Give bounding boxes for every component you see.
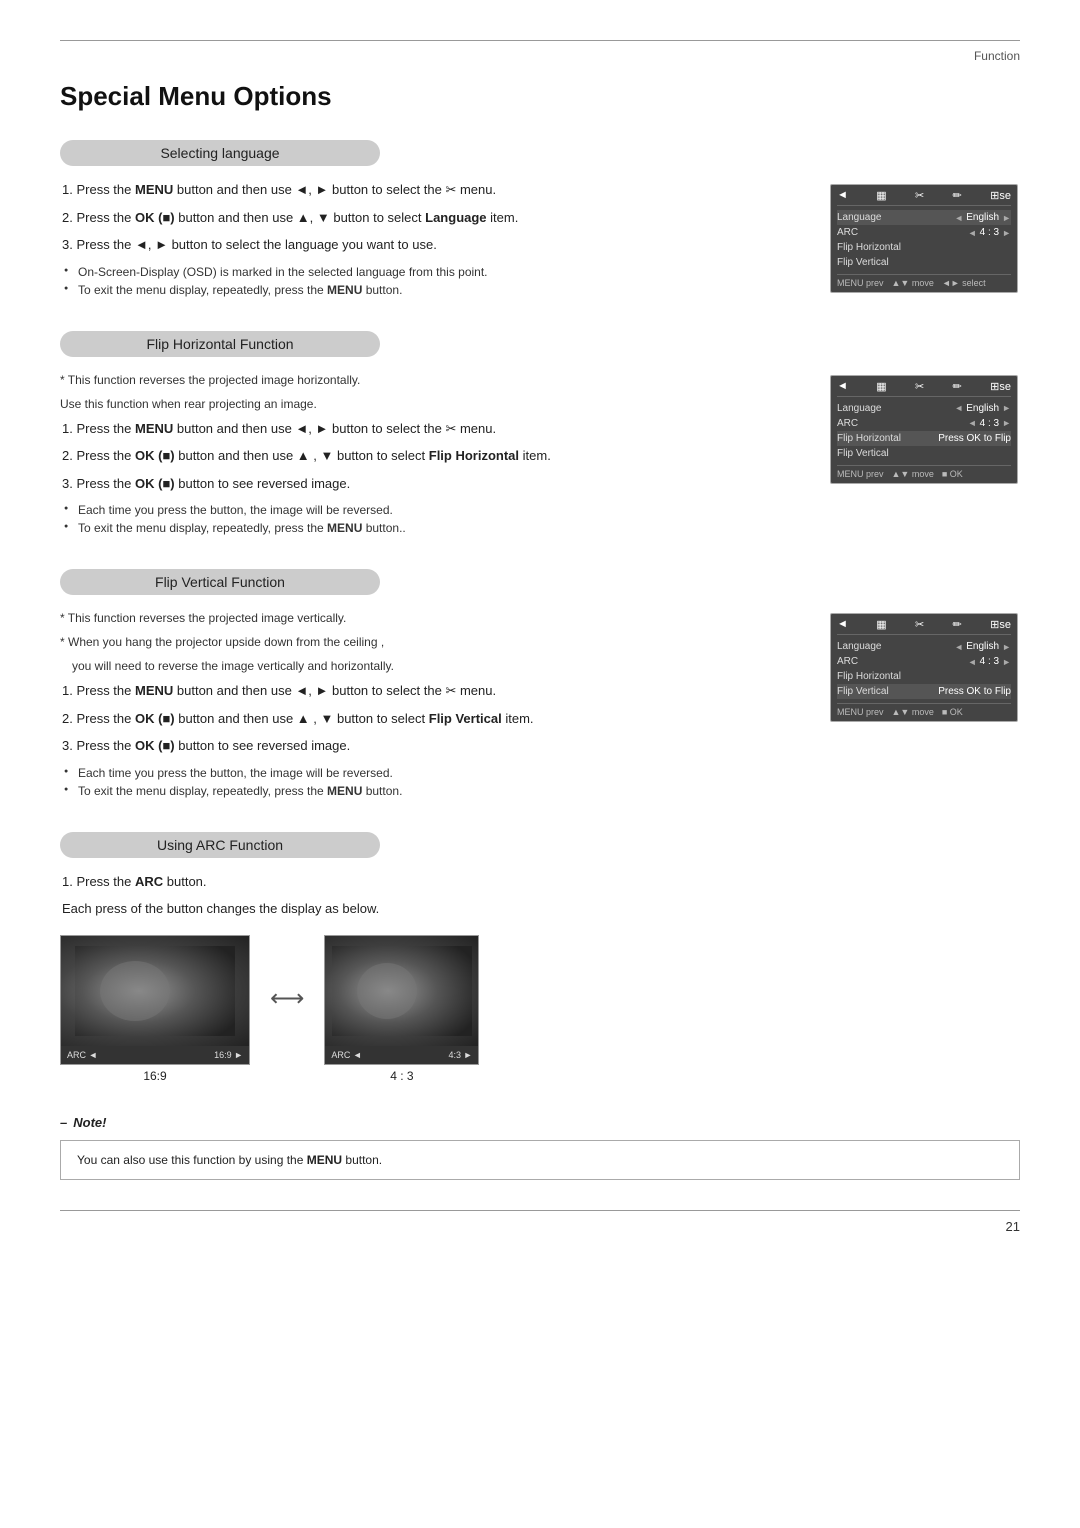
step-num: 1. — [62, 421, 76, 436]
section-text-selecting-language: 1. Press the MENU button and then use ◄,… — [60, 180, 810, 299]
arc-label-43: 4 : 3 — [324, 1069, 479, 1083]
page-title: Special Menu Options — [60, 81, 1020, 112]
language-bold: Language — [425, 210, 486, 225]
step-num: 1. — [62, 683, 76, 698]
menu-mockup-flip-h: ◄ ▦ ✂ ✏ ⊞se Language ◄ English ► ARC ◄ 4… — [830, 375, 1020, 484]
note-menu-bold: MENU — [307, 1153, 342, 1167]
arc-bold: ARC — [135, 874, 163, 889]
section-content-selecting-language: 1. Press the MENU button and then use ◄,… — [60, 180, 1020, 299]
note-osd: On-Screen-Display (OSD) is marked in the… — [60, 263, 810, 281]
note-text-after: button. — [342, 1153, 382, 1167]
section-selecting-language: Selecting language 1. Press the MENU but… — [60, 140, 1020, 299]
top-rule — [60, 40, 1020, 41]
step-num: 2. — [62, 711, 76, 726]
arc-image-43: ARC ◄ 4:3 ► 4 : 3 — [324, 935, 479, 1083]
step-3-flip-v: 3. Press the OK (■) button to see revers… — [60, 736, 810, 756]
step-num: 2. — [62, 210, 76, 225]
arc-visual-169 — [75, 946, 235, 1036]
step-num: 1. — [62, 182, 76, 197]
menu-bold: MENU — [135, 182, 173, 197]
note-container: Note! You can also use this function by … — [60, 1115, 1020, 1180]
arc-visual-43 — [332, 946, 472, 1036]
step-num: 3. — [62, 476, 76, 491]
section-header-flip-v: Flip Vertical Function — [60, 569, 380, 595]
note-title: Note! — [60, 1115, 1020, 1130]
section-content-flip-h: * This function reverses the projected i… — [60, 371, 1020, 538]
menu-mockup-lang: ◄ ▦ ✂ ✏ ⊞se Language ◄ English ► ARC ◄ 4… — [830, 184, 1020, 293]
note-exit-menu: To exit the menu display, repeatedly, pr… — [60, 281, 810, 299]
step-1-flip-v: 1. Press the MENU button and then use ◄,… — [60, 681, 810, 701]
note-flip-v1: Each time you press the button, the imag… — [60, 764, 810, 782]
asterisk-note-flip-v3: you will need to reverse the image verti… — [60, 657, 810, 675]
function-label: Function — [60, 49, 1020, 63]
arc-label-169: 16:9 — [60, 1069, 250, 1083]
note-flip-h1: Each time you press the button, the imag… — [60, 501, 810, 519]
step-num: 2. — [62, 448, 76, 463]
step-2-flip-h: 2. Press the OK (■) button and then use … — [60, 446, 810, 466]
step-1-flip-h: 1. Press the MENU button and then use ◄,… — [60, 419, 810, 439]
arc-arrow-right: ⟷ — [270, 984, 304, 1013]
section-flip-vertical: Flip Vertical Function * This function r… — [60, 569, 1020, 800]
section-flip-horizontal: Flip Horizontal Function * This function… — [60, 331, 1020, 538]
asterisk-note-flip-v2: * When you hang the projector upside dow… — [60, 633, 810, 651]
section-text-arc: 1. Press the ARC button. Each press of t… — [60, 872, 1020, 1083]
section-header-flip-h: Flip Horizontal Function — [60, 331, 380, 357]
note-flip-h2: To exit the menu display, repeatedly, pr… — [60, 519, 810, 537]
menu-mockup-flip-v: ◄ ▦ ✂ ✏ ⊞se Language ◄ English ► ARC ◄ 4… — [830, 613, 1020, 722]
step-desc-arc: Each press of the button changes the dis… — [60, 899, 1020, 919]
step-1-arc: 1. Press the ARC button. — [60, 872, 1020, 892]
step-2-lang: 2. Press the OK (■) button and then use … — [60, 208, 810, 228]
section-text-flip-v: * This function reverses the projected i… — [60, 609, 810, 800]
asterisk-note-flip-v1: * This function reverses the projected i… — [60, 609, 810, 627]
step-num: 3. — [62, 738, 76, 753]
step-2-flip-v: 2. Press the OK (■) button and then use … — [60, 709, 810, 729]
arc-image-169: ARC ◄ 16:9 ► 16:9 — [60, 935, 250, 1083]
step-3-flip-h: 3. Press the OK (■) button to see revers… — [60, 474, 810, 494]
step-num: 3. — [62, 237, 76, 252]
note-box: You can also use this function by using … — [60, 1140, 1020, 1180]
asterisk-note-flip-h2: Use this function when rear projecting a… — [60, 395, 810, 413]
step-1-lang: 1. Press the MENU button and then use ◄,… — [60, 180, 810, 200]
arc-images-container: ARC ◄ 16:9 ► 16:9 ⟷ — [60, 935, 1020, 1083]
bottom-rule — [60, 1210, 1020, 1211]
step-3-lang: 3. Press the ◄, ► button to select the l… — [60, 235, 810, 255]
section-arc: Using ARC Function 1. Press the ARC butt… — [60, 832, 1020, 1083]
section-header-selecting-language: Selecting language — [60, 140, 380, 166]
note-text-before: You can also use this function by using … — [77, 1153, 307, 1167]
section-content-flip-v: * This function reverses the projected i… — [60, 609, 1020, 800]
section-header-arc: Using ARC Function — [60, 832, 380, 858]
page-number: 21 — [60, 1219, 1020, 1234]
section-text-flip-h: * This function reverses the projected i… — [60, 371, 810, 538]
ok-bold: OK (■) — [135, 210, 175, 225]
asterisk-note-flip-h1: * This function reverses the projected i… — [60, 371, 810, 389]
note-flip-v2: To exit the menu display, repeatedly, pr… — [60, 782, 810, 800]
